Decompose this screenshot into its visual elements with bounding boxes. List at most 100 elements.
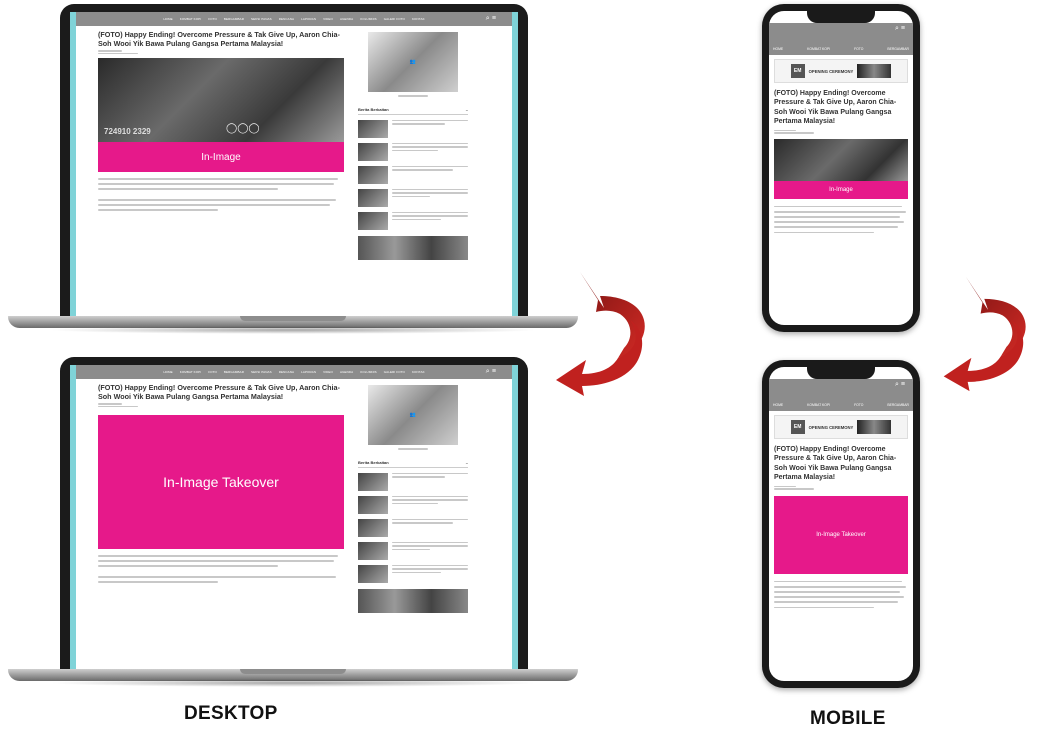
- related-item[interactable]: [358, 119, 468, 138]
- nav-link[interactable]: AGENDA: [340, 370, 353, 374]
- search-icon[interactable]: ⌕ ≡: [895, 25, 905, 33]
- laptop-shadow: [48, 679, 538, 687]
- related-item[interactable]: [358, 211, 468, 230]
- related-item[interactable]: [358, 472, 468, 491]
- nav-link[interactable]: LAPORAN: [301, 17, 316, 21]
- desktop-label: DESKTOP: [184, 703, 278, 724]
- top-nav: HOME KOMBAT KOPI FOTO BERGAMBAR SEKSI PA…: [76, 365, 512, 379]
- nav-link[interactable]: KOMBAT KOPI: [807, 403, 830, 407]
- ad-format-illustration: HOME KOMBAT KOPI FOTO BERGAMBAR SEKSI PA…: [0, 0, 1037, 733]
- in-image-takeover-ad[interactable]: In-Image Takeover: [98, 415, 344, 549]
- search-icon[interactable]: ⌕ ≡: [486, 368, 496, 376]
- related-thumb: [358, 211, 388, 230]
- nav-link[interactable]: KONTAK: [412, 17, 425, 21]
- nav-link[interactable]: RENCANA: [279, 17, 294, 21]
- header-ad-image: [857, 64, 892, 78]
- nav-link[interactable]: BERGAMBAR: [887, 403, 909, 407]
- nav-link[interactable]: SEKSI PANAS: [251, 370, 272, 374]
- sidebar-photo[interactable]: 👥: [368, 385, 458, 445]
- article-title[interactable]: (FOTO) Happy Ending! Overcome Pressure &…: [98, 383, 344, 401]
- nav-link[interactable]: BERGAMBAR: [224, 17, 244, 21]
- nav-link[interactable]: BERGAMBAR: [224, 370, 244, 374]
- article-title[interactable]: (FOTO) Happy Ending! Overcome Pressure &…: [98, 30, 344, 48]
- related-item[interactable]: [358, 495, 468, 514]
- nav-link[interactable]: KOLUMNIS: [360, 370, 376, 374]
- related-heading: Berita Berkaitan –: [358, 460, 468, 468]
- laptop-in-image-takeover: HOME KOMBAT KOPI FOTO BERGAMBAR SEKSI PA…: [8, 357, 578, 693]
- sidebar-caption: [358, 448, 468, 450]
- laptop-lid: HOME KOMBAT KOPI FOTO BERGAMBAR SEKSI PA…: [60, 357, 528, 671]
- nav-link[interactable]: HOME: [163, 17, 172, 21]
- article-body: [98, 178, 344, 211]
- related-heading-text: Berita Berkaitan: [358, 106, 389, 112]
- nav-link[interactable]: SEKSI PANAS: [251, 17, 272, 21]
- related-item[interactable]: [358, 142, 468, 161]
- ceremony-text: OPENING CEREMONY: [808, 424, 854, 430]
- related-item[interactable]: [358, 188, 468, 207]
- article-body: [774, 205, 908, 234]
- related-item[interactable]: [358, 165, 468, 184]
- arrow-bottom: [943, 321, 1024, 392]
- nav-link[interactable]: KOMBAT KOPI: [180, 17, 202, 21]
- laptop-in-image: HOME KOMBAT KOPI FOTO BERGAMBAR SEKSI PA…: [8, 4, 578, 340]
- header-ad[interactable]: EM OPENING CEREMONY: [774, 59, 908, 83]
- related-thumb: [358, 472, 388, 491]
- in-image-ad-banner[interactable]: In-Image: [774, 180, 908, 199]
- logo-mark: EM: [790, 64, 805, 78]
- related-item[interactable]: [358, 564, 468, 583]
- header-ad[interactable]: EM OPENING CEREMONY: [774, 415, 908, 439]
- article-body: [774, 580, 908, 609]
- mobile-nav: ⌕ ≡ HOME KOMBAT KOPI FOTO BERGAMBAR: [769, 379, 913, 411]
- sidebar: 👥 Berita Berkaitan –: [358, 32, 468, 260]
- in-image-ad-banner[interactable]: In-Image: [98, 142, 344, 172]
- search-icon[interactable]: ⌕ ≡: [486, 15, 496, 23]
- nav-link[interactable]: AGENDA: [340, 17, 353, 21]
- nav-link[interactable]: VIDEO: [323, 370, 333, 374]
- nav-link[interactable]: VIDEO: [323, 17, 333, 21]
- sidebar-photo[interactable]: 👥: [368, 32, 458, 92]
- article-column: (FOTO) Happy Ending! Overcome Pressure &…: [98, 30, 344, 214]
- related-item[interactable]: [358, 518, 468, 537]
- related-thumb: [358, 564, 388, 583]
- nav-link[interactable]: FOTO: [854, 403, 863, 407]
- related-heading-text: Berita Berkaitan: [358, 459, 389, 465]
- nav-link[interactable]: FOTO: [208, 17, 217, 21]
- nav-link[interactable]: BERGAMBAR: [887, 47, 909, 51]
- sidebar-banner-image[interactable]: [358, 588, 468, 613]
- related-item[interactable]: [358, 541, 468, 560]
- related-thumb: [358, 188, 388, 207]
- in-image-takeover-ad[interactable]: In-Image Takeover: [774, 495, 908, 574]
- article-title[interactable]: (FOTO) Happy Ending! Overcome Pressure &…: [774, 445, 908, 483]
- search-icon[interactable]: ⌕ ≡: [895, 381, 905, 389]
- mobile-label: MOBILE: [810, 708, 886, 729]
- nav-link[interactable]: KOMBAT KOPI: [807, 47, 830, 51]
- related-thumb: [358, 495, 388, 514]
- mobile-article: EM OPENING CEREMONY (FOTO) Happy Ending!…: [774, 59, 908, 237]
- article-body: [98, 555, 344, 583]
- phone-notch: [807, 367, 875, 379]
- phone-screen: ⌕ ≡ HOME KOMBAT KOPI FOTO BERGAMBAR EM O…: [769, 11, 913, 325]
- nav-link[interactable]: KONTAK: [412, 370, 425, 374]
- nav-link[interactable]: KOLUMNIS: [360, 17, 376, 21]
- sidebar-caption: [358, 95, 468, 97]
- nav-link[interactable]: KOMBAT KOPI: [180, 370, 202, 374]
- nav-link[interactable]: HOME: [163, 370, 172, 374]
- nav-link[interactable]: HOME: [773, 47, 783, 51]
- nav-link[interactable]: LAPORAN: [301, 370, 316, 374]
- nav-link[interactable]: HOME: [773, 403, 783, 407]
- related-thumb: [358, 165, 388, 184]
- nav-link[interactable]: GALERI FOTO: [384, 370, 405, 374]
- related-thumb: [358, 541, 388, 560]
- nav-link[interactable]: FOTO: [208, 370, 217, 374]
- nav-link[interactable]: GALERI FOTO: [384, 17, 405, 21]
- article-photo[interactable]: 724910 2329 ◯◯◯: [98, 58, 344, 142]
- related-thumb: [358, 142, 388, 161]
- nav-link[interactable]: FOTO: [854, 47, 863, 51]
- nav-link[interactable]: RENCANA: [279, 370, 294, 374]
- sidebar-banner-image[interactable]: [358, 235, 468, 260]
- laptop-screen: HOME KOMBAT KOPI FOTO BERGAMBAR SEKSI PA…: [70, 12, 518, 318]
- article-photo[interactable]: [774, 138, 908, 181]
- sidebar: 👥 Berita Berkaitan –: [358, 385, 468, 613]
- related-thumb: [358, 119, 388, 138]
- article-title[interactable]: (FOTO) Happy Ending! Overcome Pressure &…: [774, 89, 908, 127]
